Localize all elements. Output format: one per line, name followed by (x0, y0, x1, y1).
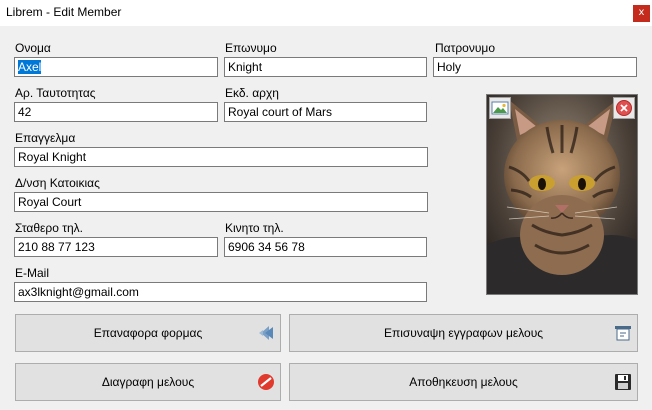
first-name-label: Ονομα (15, 41, 51, 55)
delete-member-button[interactable]: Διαγραφη μελους (15, 363, 281, 401)
reset-icon (259, 326, 273, 340)
attach-documents-button[interactable]: Επισυναψη εγγραφων μελους (289, 314, 638, 352)
id-number-field[interactable]: 42 (14, 102, 218, 122)
remove-circle-icon (616, 100, 632, 116)
fathers-name-field[interactable]: Holy (433, 57, 637, 77)
occupation-field[interactable]: Royal Knight (14, 147, 428, 167)
remove-photo-button[interactable] (613, 97, 635, 119)
delete-icon (258, 374, 274, 390)
delete-member-label: Διαγραφη μελους (101, 375, 195, 389)
mobile-label: Κινητο τηλ. (225, 221, 284, 235)
issuing-authority-field[interactable]: Royal court of Mars (224, 102, 427, 122)
save-icon (615, 374, 631, 390)
reset-form-label: Επαναφορα φορμας (93, 326, 203, 340)
email-label: E-Mail (15, 266, 50, 280)
address-field[interactable]: Royal Court (14, 192, 428, 212)
occupation-label: Επαγγελμα (15, 131, 76, 145)
reset-form-button[interactable]: Επαναφορα φορμας (15, 314, 281, 352)
save-member-label: Αποθηκευση μελους (409, 375, 518, 389)
issuing-authority-label: Εκδ. αρχη (225, 86, 279, 100)
attach-documents-label: Επισυναψη εγγραφων μελους (383, 326, 544, 340)
first-name-value: Axel (18, 60, 42, 74)
email-field[interactable]: ax3lknight@gmail.com (14, 282, 427, 302)
window-title: Librem - Edit Member (6, 5, 122, 19)
image-icon (491, 101, 509, 115)
attach-document-icon (615, 326, 631, 341)
mobile-field[interactable]: 6906 34 56 78 (224, 237, 427, 257)
id-number-label: Αρ. Ταυτοτητας (15, 86, 96, 100)
last-name-label: Επωνυμο (225, 41, 277, 55)
first-name-field[interactable]: Axel (14, 57, 218, 77)
last-name-field[interactable]: Knight (224, 57, 427, 77)
address-label: Δ/νση Κατοικιας (15, 176, 100, 190)
fathers-name-label: Πατρονυμο (435, 41, 495, 55)
add-photo-button[interactable] (489, 97, 511, 119)
title-bar: Librem - Edit Member x (0, 0, 652, 26)
landline-field[interactable]: 210 88 77 123 (14, 237, 218, 257)
save-member-button[interactable]: Αποθηκευση μελους (289, 363, 638, 401)
landline-label: Σταθερο τηλ. (15, 221, 83, 235)
cat-photo-image (487, 95, 637, 294)
close-button[interactable]: x (633, 5, 650, 22)
member-photo[interactable] (486, 94, 638, 295)
